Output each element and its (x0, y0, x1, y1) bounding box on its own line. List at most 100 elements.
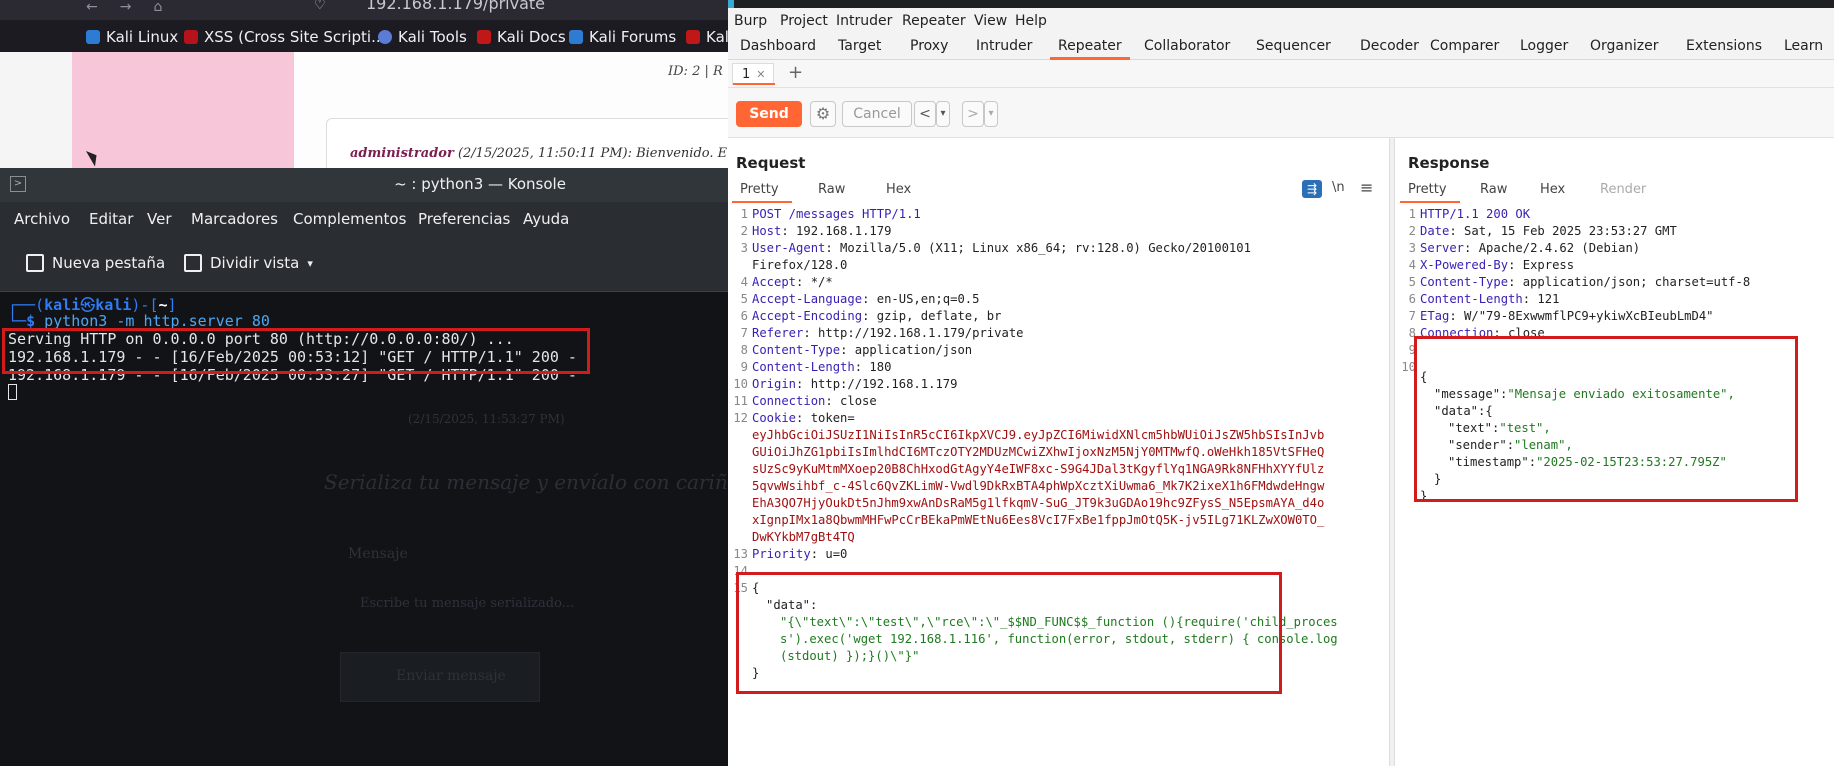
bookmark-kali-linux[interactable]: Kali Linux (86, 28, 178, 46)
menu-help[interactable]: Help (1015, 13, 1047, 29)
bookmark-kali-forums[interactable]: Kali Forums (569, 28, 676, 46)
newline-toggle[interactable]: \n (1332, 180, 1345, 195)
menu-icon[interactable]: ≡ (1360, 178, 1373, 197)
bookmark-kali-more[interactable]: Kal (686, 28, 729, 46)
browser-nav-buttons[interactable]: ←→⌂ (86, 0, 184, 14)
bookmark-xss[interactable]: XSS (Cross Site Scripti... (184, 28, 385, 46)
request-tab-hex[interactable]: Hex (886, 182, 911, 197)
header-value: : Express (1508, 258, 1575, 272)
close-icon[interactable]: ✕ (756, 68, 765, 81)
tab-comparer[interactable]: Comparer (1430, 38, 1499, 54)
annotation-box-response-body (1414, 336, 1798, 502)
response-tab-raw[interactable]: Raw (1480, 182, 1507, 197)
header-name: Host (752, 224, 782, 238)
header-line: Accept: */* (752, 274, 833, 291)
back-dropdown-icon[interactable]: ▾ (936, 101, 950, 127)
repeater-tab-1[interactable]: 1 ✕ (732, 63, 775, 85)
header-name: Priority (752, 547, 811, 561)
pane-divider[interactable] (1389, 138, 1395, 766)
chevron-down-icon[interactable]: ▾ (307, 257, 313, 270)
add-tab-icon[interactable]: + (788, 62, 803, 83)
url-text[interactable]: 192.168.1.179/private (366, 0, 545, 13)
cookie-value-line: sUzSc9yKuMtmMXoep20B8ChHxodGtAgyY4eIWF8x… (752, 462, 1325, 476)
back-button[interactable]: < (914, 101, 936, 127)
header-line: ETag: W/"79-8ExwwmflPC9+ykiwXcBIeubLmD4" (1420, 308, 1714, 325)
split-view-icon (184, 254, 202, 272)
burp-main-tabs: Dashboard Target Proxy Intruder Repeater… (728, 34, 1834, 60)
bookmark-label: Kal (706, 28, 729, 46)
tab-collaborator[interactable]: Collaborator (1144, 38, 1230, 54)
kali-icon (86, 30, 100, 44)
bookmark-kali-docs[interactable]: Kali Docs (477, 28, 566, 46)
split-view-button[interactable]: Dividir vista ▾ (184, 254, 313, 272)
request-tab-pretty[interactable]: Pretty (740, 182, 779, 197)
menu-ayuda[interactable]: Ayuda (523, 210, 569, 228)
tab-organizer[interactable]: Organizer (1590, 38, 1658, 54)
browser-url-bar[interactable]: ←→⌂ ♡ 192.168.1.179/private (0, 0, 730, 20)
wrap-lines-icon[interactable]: ⇶ (1302, 180, 1322, 198)
gear-icon[interactable]: ⚙ (810, 101, 836, 127)
line-number: 7 (1408, 309, 1416, 323)
tab-intruder[interactable]: Intruder (976, 38, 1032, 54)
header-value: : Apache/2.4.62 (Debian) (1464, 241, 1641, 255)
menu-project[interactable]: Project (780, 13, 828, 29)
cancel-button[interactable]: Cancel (842, 101, 912, 127)
line-number: 6 (1408, 292, 1416, 306)
tab-extensions[interactable]: Extensions (1686, 38, 1762, 54)
line-number: 11 (733, 394, 748, 408)
active-subtab-indicator (733, 83, 775, 85)
tab-logger[interactable]: Logger (1520, 38, 1568, 54)
tab-learn[interactable]: Learn (1784, 38, 1823, 54)
split-view-label: Dividir vista (210, 254, 300, 272)
bookmarks-bar: Kali Linux XSS (Cross Site Scripti... Ka… (0, 20, 730, 52)
menu-ver[interactable]: Ver (147, 210, 172, 228)
forward-dropdown-icon[interactable]: ▾ (984, 101, 998, 127)
header-name: Accept-Encoding (752, 309, 863, 323)
header-name: Connection (752, 394, 826, 408)
line-number: 9 (740, 360, 748, 374)
line-number: 5 (1408, 275, 1416, 289)
header-line: Content-Type: application/json; charset=… (1420, 274, 1750, 291)
line-number: 13 (733, 547, 748, 561)
active-view-indicator (1400, 201, 1460, 203)
menu-preferencias[interactable]: Preferencias (418, 210, 510, 228)
tab-repeater[interactable]: Repeater (1058, 38, 1122, 54)
tab-decoder[interactable]: Decoder (1360, 38, 1419, 54)
response-tab-hex[interactable]: Hex (1540, 182, 1565, 197)
header-value: : token= (796, 411, 855, 425)
header-value: : gzip, deflate, br (862, 309, 1002, 323)
menu-editar[interactable]: Editar (89, 210, 133, 228)
cookie-value-line: EhA3QO7HjyOukDt5nJhm9xwAnDsRaM5g1lfkqmV-… (752, 496, 1325, 510)
bookmark-label: XSS (Cross Site Scripti... (204, 28, 386, 46)
menu-archivo[interactable]: Archivo (14, 210, 70, 228)
header-line: Host: 192.168.1.179 (752, 223, 891, 240)
response-tab-pretty[interactable]: Pretty (1408, 182, 1447, 197)
send-button[interactable]: Send (736, 101, 802, 127)
ghost-label: Mensaje (348, 546, 408, 562)
konsole-titlebar[interactable]: > ~ : python3 — Konsole (0, 168, 728, 202)
tab-dashboard[interactable]: Dashboard (740, 38, 816, 54)
header-line: Date: Sat, 15 Feb 2025 23:53:27 GMT (1420, 223, 1677, 240)
menu-intruder[interactable]: Intruder (836, 13, 892, 29)
tab-proxy[interactable]: Proxy (910, 38, 948, 54)
menu-marcadores[interactable]: Marcadores (191, 210, 278, 228)
menu-repeater[interactable]: Repeater (902, 13, 966, 29)
repeater-tabs: 1 ✕ + (728, 60, 1834, 88)
tab-target[interactable]: Target (838, 38, 881, 54)
forward-button[interactable]: > (962, 101, 984, 127)
tab-sequencer[interactable]: Sequencer (1256, 38, 1331, 54)
request-tab-raw[interactable]: Raw (818, 182, 845, 197)
menu-burp[interactable]: Burp (734, 13, 767, 29)
new-tab-button[interactable]: Nueva pestaña (26, 254, 165, 272)
header-name: ETag (1420, 309, 1450, 323)
header-line: User-Agent: Mozilla/5.0 (X11; Linux x86_… (752, 240, 1251, 257)
menu-complementos[interactable]: Complementos (293, 210, 406, 228)
response-tab-render[interactable]: Render (1600, 182, 1646, 197)
bookmark-kali-tools[interactable]: Kali Tools (378, 28, 467, 46)
header-line: Server: Apache/2.4.62 (Debian) (1420, 240, 1640, 257)
header-name: Origin (752, 377, 797, 391)
header-line: Priority: u=0 (752, 546, 847, 563)
docs-icon (477, 30, 491, 44)
header-line: Accept-Language: en-US,en;q=0.5 (752, 291, 979, 308)
menu-view[interactable]: View (974, 13, 1007, 29)
